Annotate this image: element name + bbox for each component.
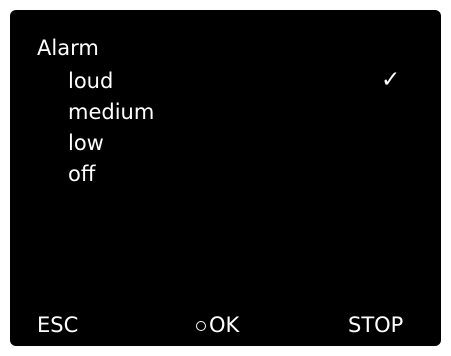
stop-button[interactable]: STOP (348, 313, 403, 337)
option-low[interactable]: low (68, 131, 418, 162)
option-label: off (68, 162, 96, 186)
ok-label: OK (209, 313, 240, 337)
esc-button[interactable]: ESC (37, 313, 78, 337)
display-screen: Alarm loud ✓ medium low off ESC OK STOP (10, 10, 441, 346)
circle-icon (196, 321, 206, 331)
option-label: low (68, 131, 104, 155)
checkmark-icon: ✓ (381, 67, 401, 93)
alarm-options-list: loud ✓ medium low off (68, 67, 418, 193)
option-medium[interactable]: medium (68, 100, 418, 131)
softkey-bar: ESC OK STOP (10, 313, 441, 341)
option-label: loud (68, 69, 114, 93)
menu-title: Alarm (37, 36, 99, 60)
ok-button[interactable]: OK (196, 313, 239, 337)
esc-label: ESC (37, 313, 79, 337)
option-off[interactable]: off (68, 162, 418, 193)
stop-label: STOP (348, 313, 404, 337)
option-label: medium (68, 100, 155, 124)
option-loud[interactable]: loud ✓ (68, 67, 418, 100)
